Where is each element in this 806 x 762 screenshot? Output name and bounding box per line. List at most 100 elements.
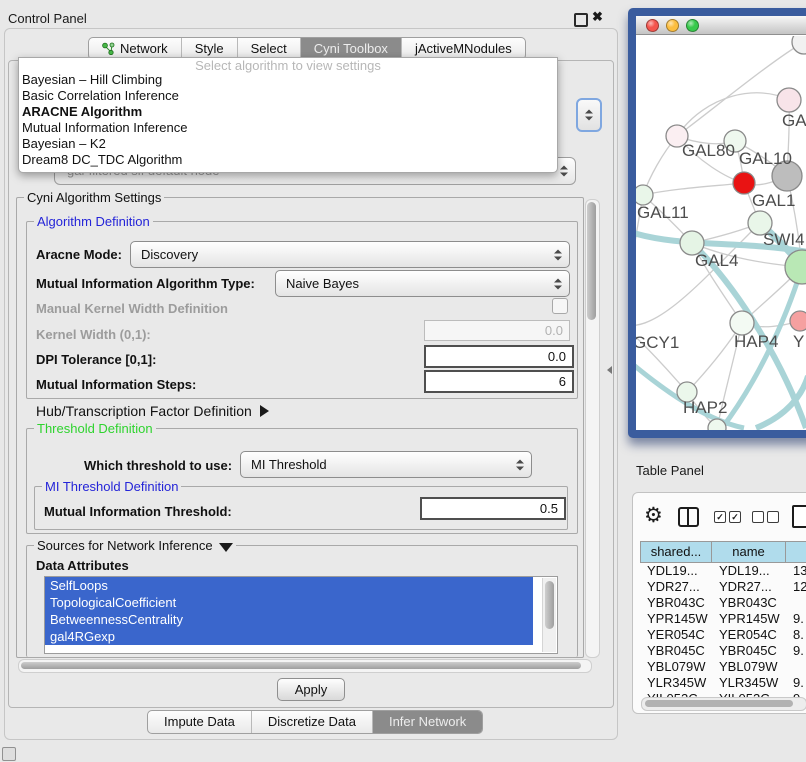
attribute-item[interactable]: TopologicalCoefficient <box>45 594 533 611</box>
table-cell: YER054C <box>640 627 712 643</box>
network-edge[interactable] <box>643 183 744 195</box>
tab-infer-network[interactable]: Infer Network <box>373 711 482 733</box>
network-edge[interactable] <box>677 93 789 136</box>
node-label-hap2: HAP2 <box>683 398 727 417</box>
minimized-panel-icon[interactable] <box>2 747 16 761</box>
tab-discretize-data[interactable]: Discretize Data <box>252 711 373 733</box>
kernel-width-input[interactable]: 0.0 <box>424 320 570 341</box>
tab-label: Select <box>251 38 287 59</box>
tab-label: jActiveMNodules <box>415 38 512 59</box>
tab-jactivemnodules[interactable]: jActiveMNodules <box>402 38 525 59</box>
float-panel-icon[interactable] <box>574 13 588 27</box>
manual-kernel-checkbox[interactable] <box>552 298 568 314</box>
table-row[interactable]: YBR043CYBR043C <box>640 595 806 611</box>
aracne-mode-combo[interactable]: Discovery <box>130 241 570 268</box>
tab-select[interactable]: Select <box>238 38 301 59</box>
algorithm-option[interactable]: Mutual Information Inference <box>19 120 557 136</box>
which-threshold-combo[interactable]: MI Threshold <box>240 451 532 478</box>
tab-style[interactable]: Style <box>182 38 238 59</box>
aracne-mode-value: Discovery <box>141 242 198 267</box>
network-view-window[interactable]: GAL8GAL80GAL10GAL1SWI4GAL11GAL4GCY1HAP4Y… <box>628 8 806 438</box>
column-header-name[interactable]: name <box>712 541 786 563</box>
table-cell: 13 <box>786 563 806 579</box>
panel-collapse-icon[interactable] <box>607 366 612 374</box>
attribute-item[interactable]: BetweennessCentrality <box>45 611 533 628</box>
algorithm-option[interactable]: ARACNE Algorithm <box>19 104 557 120</box>
scrollbar-thumb[interactable] <box>587 202 596 320</box>
split-columns-icon[interactable] <box>678 507 699 527</box>
unchecked-checkbox-icon[interactable] <box>752 511 764 523</box>
table-cell: YBR043C <box>640 595 712 611</box>
hub-definition-section[interactable]: Hub/Transcription Factor Definition <box>36 403 269 419</box>
unchecked-checkbox-icon[interactable] <box>767 511 779 523</box>
tab-impute-data[interactable]: Impute Data <box>148 711 252 733</box>
node-gal11[interactable] <box>636 185 653 205</box>
mi-steps-input[interactable]: 6 <box>424 370 574 393</box>
dpi-tolerance-input[interactable]: 0.0 <box>424 345 574 368</box>
document-icon[interactable] <box>792 505 806 528</box>
algorithm-option[interactable]: Basic Correlation Inference <box>19 88 557 104</box>
mi-type-label: Mutual Information Algorithm Type: <box>36 276 255 291</box>
mi-type-combo[interactable]: Naive Bayes <box>275 270 570 297</box>
table-row[interactable]: YER054CYER054C8. <box>640 627 806 643</box>
table-body: YDL19...YDL19...13YDR27...YDR27...12YBR0… <box>640 563 806 697</box>
table-row[interactable]: YDR27...YDR27...12 <box>640 579 806 595</box>
table-cell <box>786 659 806 675</box>
table-cell: YPR145W <box>640 611 712 627</box>
table-cell: YBR045C <box>712 643 786 659</box>
table-cell <box>786 595 806 611</box>
attribute-item[interactable]: gal4RGexp <box>45 628 533 645</box>
algorithm-popup-hint: Select algorithm to view settings <box>19 58 557 72</box>
sources-title[interactable]: Sources for Network Inference <box>34 538 236 553</box>
tab-cyni-toolbox[interactable]: Cyni Toolbox <box>301 38 402 59</box>
bottom-tab-bar: Impute DataDiscretize DataInfer Network <box>147 710 483 734</box>
table-row[interactable]: YLR345WYLR345W9. <box>640 675 806 691</box>
control-panel-title: Control Panel <box>8 11 87 26</box>
tab-network[interactable]: Network <box>89 38 182 59</box>
table-cell: YLR345W <box>712 675 786 691</box>
node-salmon[interactable] <box>790 311 806 331</box>
data-attributes-list[interactable]: SelfLoopsTopologicalCoefficientBetweenne… <box>44 576 558 654</box>
mi-threshold-input[interactable]: 0.5 <box>420 497 566 520</box>
table-header-row: shared...nameA <box>640 541 806 563</box>
combo-stepper-icon <box>560 166 567 177</box>
gear-icon[interactable]: ⚙ <box>644 504 663 528</box>
table-row[interactable]: YDL19...YDL19...13 <box>640 563 806 579</box>
apply-button[interactable]: Apply <box>277 678 345 701</box>
data-attributes-label: Data Attributes <box>36 558 129 573</box>
which-threshold-value: MI Threshold <box>251 452 327 477</box>
table-horizontal-scrollbar[interactable] <box>641 697 806 711</box>
settings-vertical-scrollbar[interactable] <box>585 199 600 658</box>
which-threshold-label: Which threshold to use: <box>84 458 232 473</box>
scrollbar-thumb[interactable] <box>645 700 793 707</box>
column-header-shared...[interactable]: shared... <box>640 541 712 563</box>
screen: { "control_panel": { "title": "Control P… <box>0 0 806 762</box>
close-panel-icon[interactable]: ✖ <box>592 9 603 25</box>
node-partial-top[interactable] <box>792 36 806 54</box>
checked-checkbox-icon[interactable]: ✓ <box>729 511 741 523</box>
minimize-traffic-light[interactable] <box>666 19 679 32</box>
table-cell: 12 <box>786 579 806 595</box>
node-pink-top[interactable] <box>777 88 801 112</box>
attribute-item[interactable]: SelfLoops <box>45 577 533 594</box>
close-traffic-light[interactable] <box>646 19 659 32</box>
table-row[interactable]: YBR045CYBR045C9. <box>640 643 806 659</box>
column-header-A[interactable]: A <box>786 541 806 563</box>
algorithm-option[interactable]: Dream8 DC_TDC Algorithm <box>19 152 557 168</box>
zoom-traffic-light[interactable] <box>686 19 699 32</box>
inference-algorithm-combo-fragment[interactable] <box>576 98 602 132</box>
manual-kernel-label: Manual Kernel Width Definition <box>36 301 228 316</box>
table-row[interactable]: YPR145WYPR145W9. <box>640 611 806 627</box>
list-vertical-scrollbar[interactable] <box>542 578 556 652</box>
scrollbar-thumb[interactable] <box>545 581 554 629</box>
network-graph[interactable]: GAL8GAL80GAL10GAL1SWI4GAL11GAL4GCY1HAP4Y… <box>636 36 806 430</box>
scrollbar-thumb[interactable] <box>21 662 581 669</box>
checked-checkbox-icon[interactable]: ✓ <box>714 511 726 523</box>
network-window-titlebar[interactable] <box>636 16 806 35</box>
table-row[interactable]: YBL079WYBL079W <box>640 659 806 675</box>
algorithm-option[interactable]: Bayesian – Hill Climbing <box>19 72 557 88</box>
settings-horizontal-scrollbar[interactable] <box>18 659 592 673</box>
mi-type-value: Naive Bayes <box>286 271 359 296</box>
node-label-swi4: SWI4 <box>763 230 805 249</box>
algorithm-option[interactable]: Bayesian – K2 <box>19 136 557 152</box>
